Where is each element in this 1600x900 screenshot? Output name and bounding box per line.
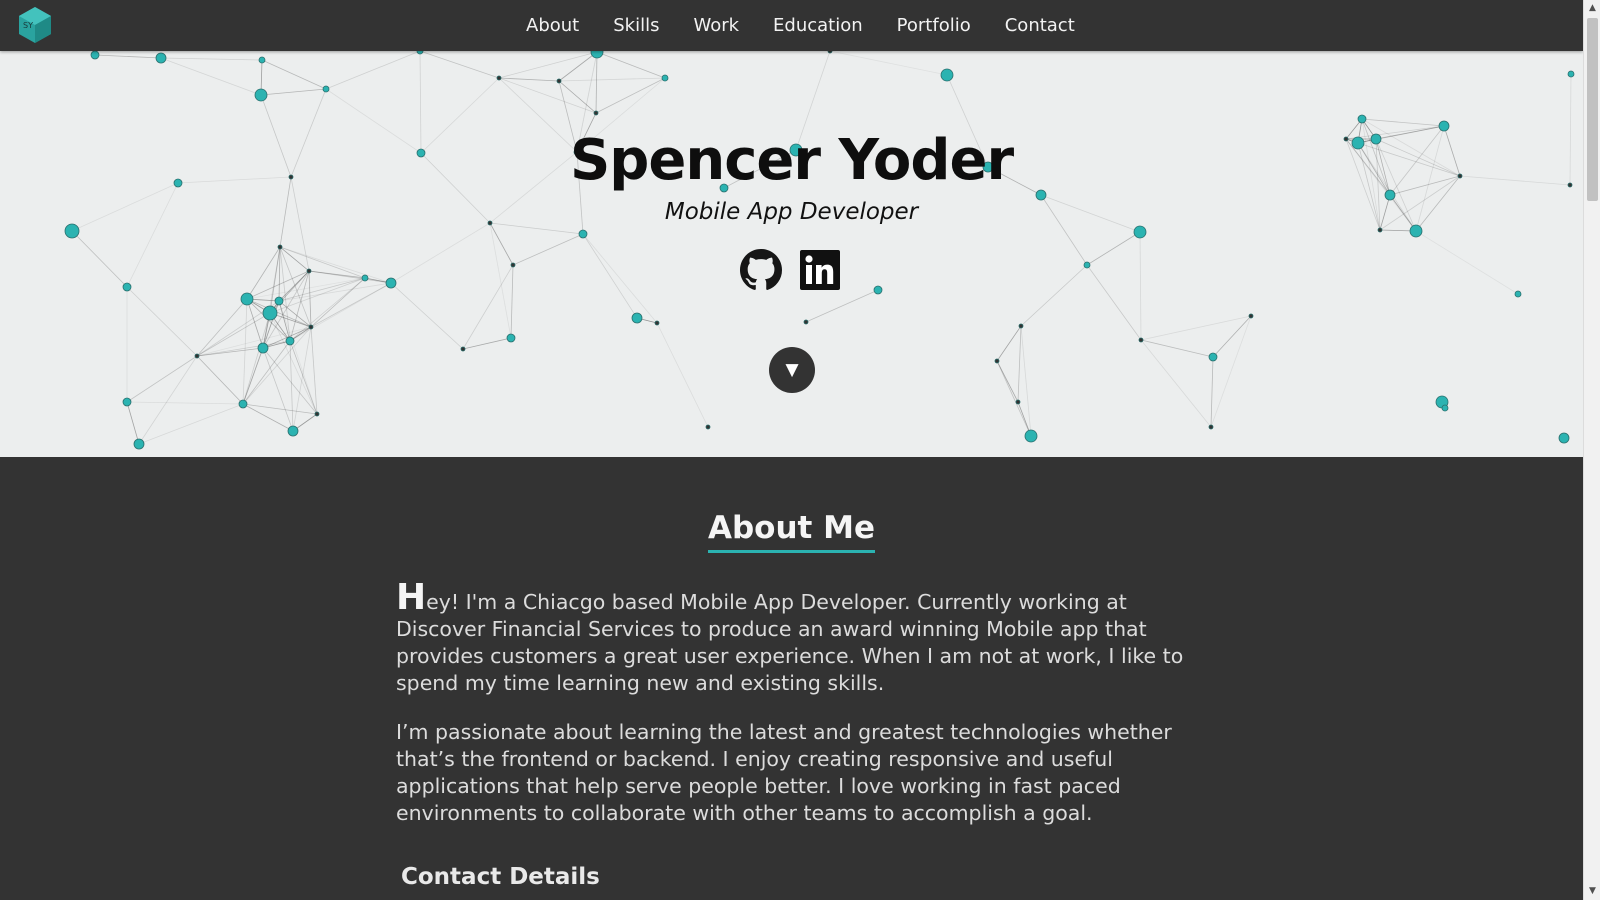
about-paragraph-2: I’m passionate about learning the latest… [396, 720, 1172, 825]
github-icon[interactable] [740, 249, 782, 291]
vertical-scrollbar[interactable]: ▲ ▼ [1583, 0, 1600, 900]
scroll-down-arrow-icon[interactable]: ▼ [1584, 883, 1600, 900]
scroll-down-button[interactable]: ▼ [769, 347, 815, 393]
nav-link-contact[interactable]: Contact [988, 0, 1092, 51]
top-navbar: SY About Skills Work Education Portfolio… [0, 0, 1583, 51]
scrollbar-thumb[interactable] [1587, 18, 1598, 201]
nav-link-skills[interactable]: Skills [596, 0, 676, 51]
about-section-title: About Me [0, 510, 1583, 553]
chevron-down-icon: ▼ [785, 360, 799, 380]
hero-section: Spencer Yoder Mobile App Developer ▼ [0, 51, 1583, 457]
nav-link-portfolio[interactable]: Portfolio [880, 0, 988, 51]
about-paragraph-1: Hey! I'm a Chiacgo based Mobile App Deve… [396, 580, 1188, 697]
logo-icon[interactable]: SY [17, 6, 53, 44]
hero-name: Spencer Yoder [569, 128, 1014, 193]
about-text: Hey! I'm a Chiacgo based Mobile App Deve… [396, 580, 1188, 849]
scroll-up-arrow-icon[interactable]: ▲ [1584, 0, 1600, 17]
contact-details-title: Contact Details [401, 864, 600, 890]
nav-link-work[interactable]: Work [676, 0, 756, 51]
dropcap: H [396, 577, 427, 618]
about-paragraph-1-text: ey! I'm a Chiacgo based Mobile App Devel… [396, 590, 1184, 695]
nav-link-education[interactable]: Education [756, 0, 880, 51]
nav-link-about[interactable]: About [509, 0, 596, 51]
logo-text: SY [23, 21, 33, 30]
linkedin-icon[interactable] [799, 249, 841, 291]
hero-role: Mobile App Developer [664, 199, 919, 225]
social-links [740, 249, 841, 291]
nav-links: About Skills Work Education Portfolio Co… [509, 0, 1092, 51]
about-title-text: About Me [707, 510, 876, 553]
page: SY About Skills Work Education Portfolio… [0, 0, 1583, 900]
